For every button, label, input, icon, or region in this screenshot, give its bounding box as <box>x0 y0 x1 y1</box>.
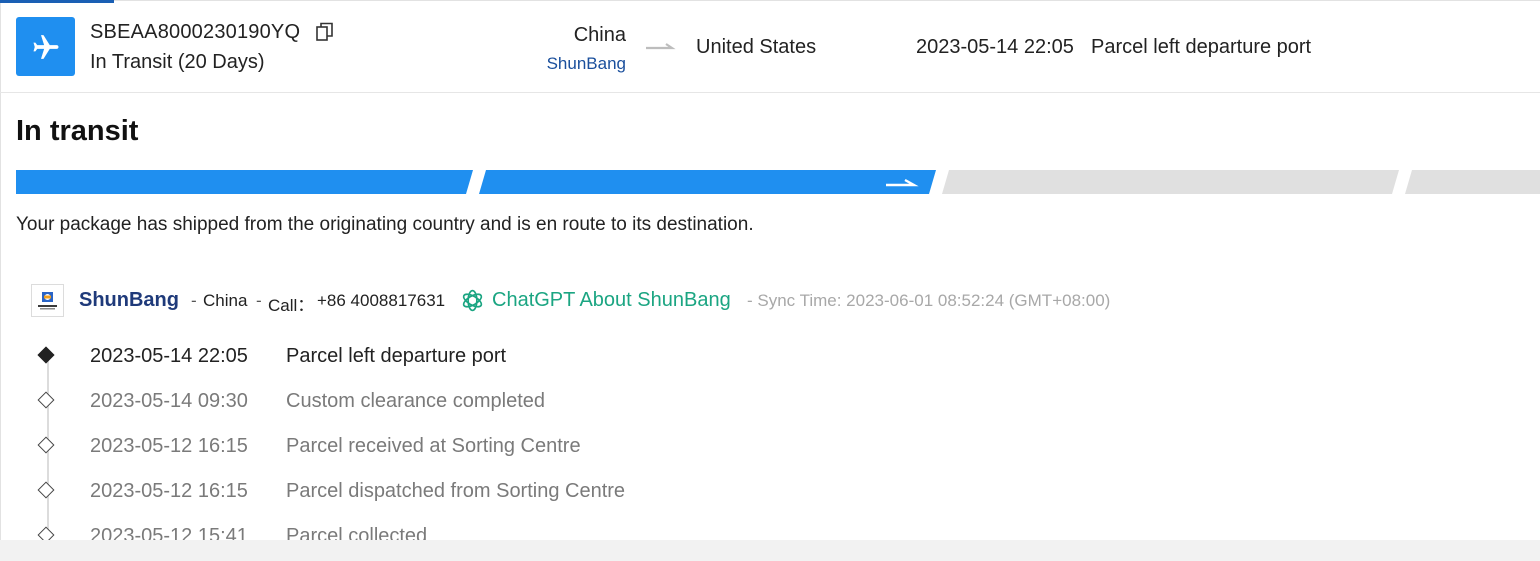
progress-bar <box>16 170 1540 194</box>
origin-country: China <box>573 24 626 46</box>
destination-country: United States <box>696 36 817 58</box>
carrier-name-link[interactable]: ShunBang <box>79 289 179 312</box>
progress-segment <box>1405 170 1540 194</box>
event-marker-icon <box>37 391 55 409</box>
separator: - <box>191 291 197 310</box>
progress-segment <box>16 170 473 194</box>
airplane-icon <box>16 17 75 76</box>
tracking-number: SBEAA8000230190YQ <box>90 21 301 43</box>
page-background-strip <box>0 540 1540 561</box>
copy-icon[interactable] <box>316 22 334 42</box>
timeline-event: 2023-05-12 15:41 Parcel collected <box>0 520 1540 540</box>
carrier-country: China <box>203 291 248 310</box>
timeline-event: 2023-05-12 16:15 Parcel dispatched from … <box>0 475 1540 520</box>
event-marker-icon <box>37 436 55 454</box>
sync-time: - Sync Time: 2023-06-01 08:52:24 (GMT+08… <box>747 291 1111 310</box>
carrier-logo <box>31 284 64 317</box>
status-with-days: In Transit (20 Days) <box>90 51 265 73</box>
event-time: 2023-05-12 15:41 <box>90 525 248 540</box>
event-time: 2023-05-12 16:15 <box>90 435 248 457</box>
carrier-info-row: ShunBang - China - Call： +86 4008817631 … <box>31 284 1531 317</box>
progress-segment <box>479 170 936 194</box>
chatgpt-about-carrier-link[interactable]: ChatGPT About ShunBang <box>492 289 731 312</box>
latest-event-description: Parcel left departure port <box>1091 36 1312 58</box>
timeline-event: 2023-05-12 16:15 Parcel received at Sort… <box>0 430 1540 475</box>
event-description: Parcel received at Sorting Centre <box>286 435 581 457</box>
tracking-header: SBEAA8000230190YQ In Transit (20 Days) C… <box>0 0 1540 93</box>
separator: - <box>256 291 262 310</box>
timeline-event: 2023-05-14 09:30 Custom clearance comple… <box>0 385 1540 430</box>
event-marker-icon <box>37 526 55 540</box>
event-description: Custom clearance completed <box>286 390 546 412</box>
chatgpt-icon[interactable] <box>460 288 485 313</box>
latest-event-time: 2023-05-14 22:05 <box>916 36 1074 58</box>
progress-segment <box>942 170 1399 194</box>
event-marker-icon <box>37 346 55 364</box>
event-description: Parcel left departure port <box>286 345 507 367</box>
event-marker-icon <box>37 481 55 499</box>
status-description: Your package has shipped from the origin… <box>16 214 754 235</box>
timeline-event: 2023-05-14 22:05 Parcel left departure p… <box>0 340 1540 385</box>
tracking-timeline: 2023-05-14 22:05 Parcel left departure p… <box>0 335 1540 540</box>
event-description: Parcel dispatched from Sorting Centre <box>286 480 626 502</box>
carrier-phone[interactable]: +86 4008817631 <box>317 291 445 311</box>
event-description: Parcel collected <box>286 525 428 540</box>
status-title: In transit <box>16 115 139 147</box>
event-time: 2023-05-14 22:05 <box>90 345 248 367</box>
event-time: 2023-05-14 09:30 <box>90 390 248 412</box>
event-time: 2023-05-12 16:15 <box>90 480 248 502</box>
carrier-link[interactable]: ShunBang <box>500 54 626 74</box>
call-label: Call： <box>268 296 315 315</box>
arrow-right-icon <box>646 40 678 54</box>
